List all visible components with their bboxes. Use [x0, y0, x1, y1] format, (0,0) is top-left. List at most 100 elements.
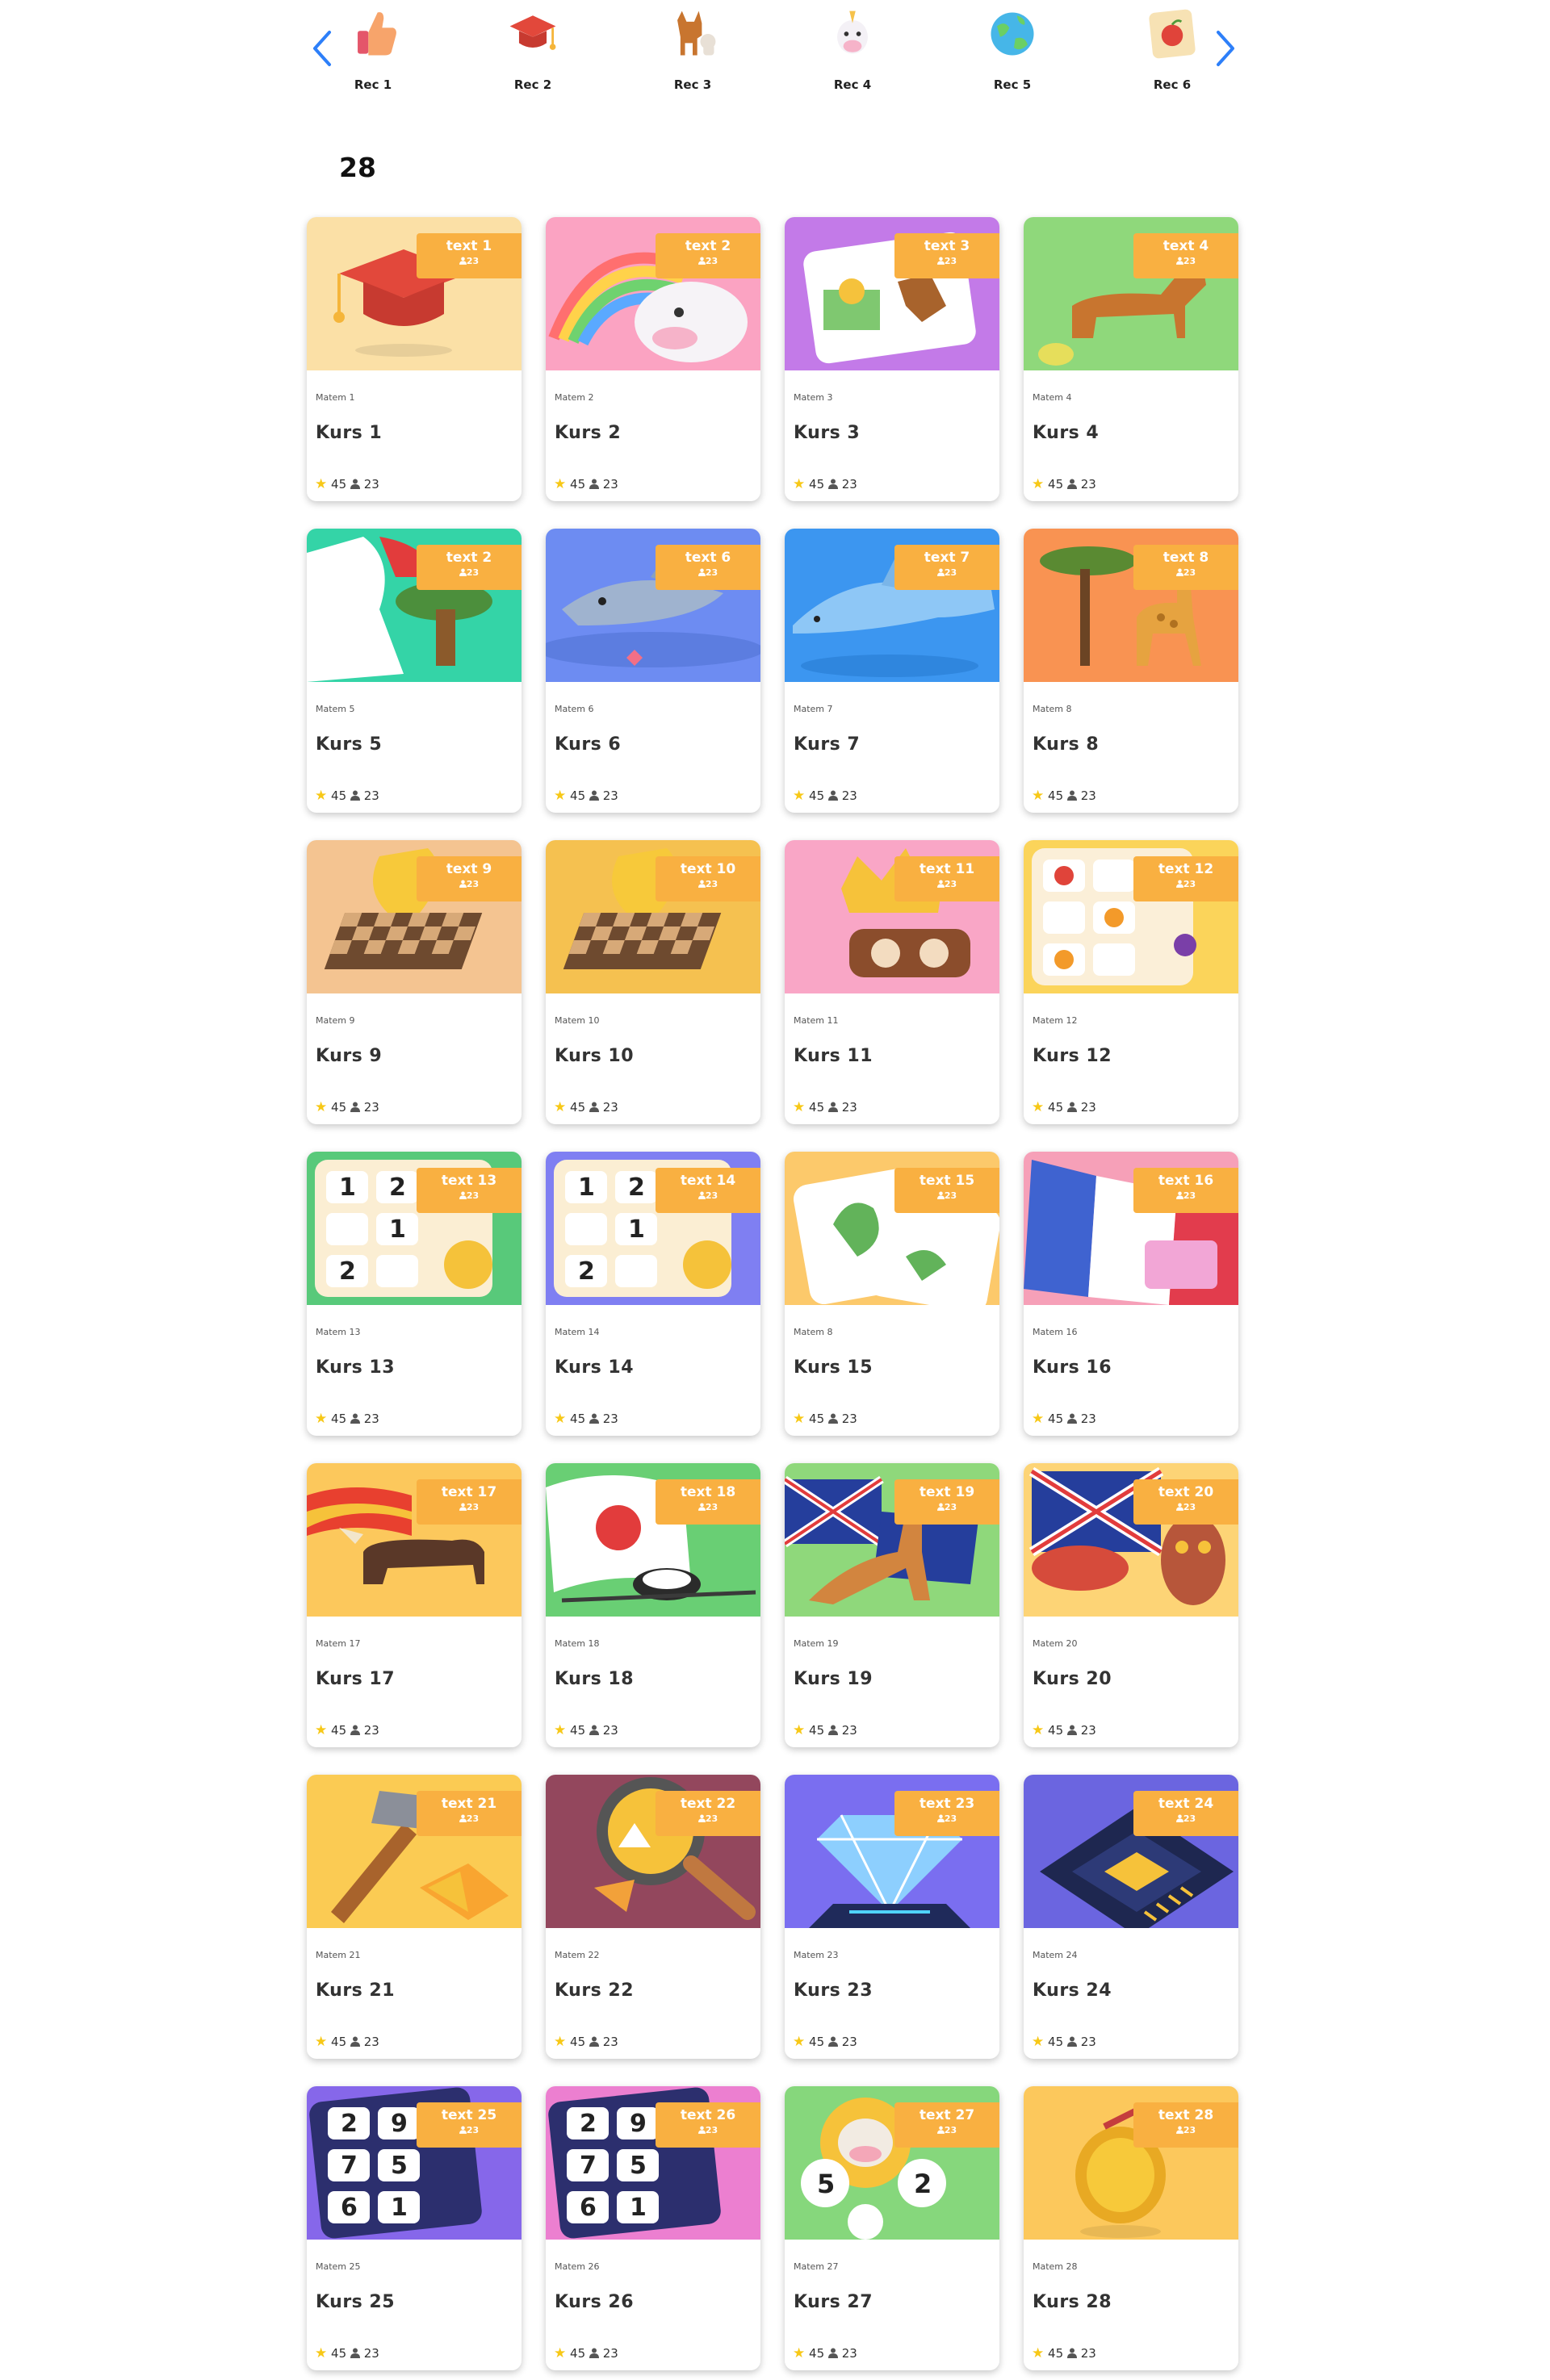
badge-label: text 18: [680, 1484, 736, 1500]
course-card[interactable]: text 22 23 Matem 22 Kurs 22 ★ 45 23: [546, 1775, 760, 2059]
course-subject: Matem 1: [316, 392, 355, 403]
course-badge: text 13 23: [417, 1168, 522, 1213]
course-stats: ★ 45 23: [793, 788, 857, 803]
rec-item-4[interactable]: Rec 4: [804, 5, 901, 92]
badge-label: text 26: [680, 2107, 736, 2123]
course-card[interactable]: text 28 23 Matem 28 Kurs 28 ★ 45 23: [1024, 2086, 1238, 2370]
star-icon: ★: [554, 2345, 567, 2361]
course-rating: 45: [1048, 2035, 1064, 2049]
course-stats: ★ 45 23: [315, 1412, 379, 1426]
person-icon: [1175, 1813, 1183, 1824]
badge-count-value: 23: [1183, 1190, 1196, 1201]
star-icon: ★: [1032, 476, 1045, 492]
badge-learner-count: 23: [417, 1190, 522, 1202]
person-icon: [827, 788, 838, 803]
course-stats: ★ 45 23: [554, 1100, 618, 1115]
course-title: Kurs 9: [316, 1046, 383, 1066]
course-card[interactable]: text 15 23 Matem 8 Kurs 15 ★ 45 23: [785, 1152, 999, 1436]
course-rating: 45: [331, 477, 347, 491]
rec-item-3[interactable]: Rec 3: [644, 5, 741, 92]
course-title: Kurs 26: [555, 2292, 635, 2312]
course-card[interactable]: text 9 23 Matem 9 Kurs 9 ★ 45 23: [307, 840, 522, 1124]
rec-item-5[interactable]: Rec 5: [964, 5, 1061, 92]
course-card[interactable]: text 24 23 Matem 24 Kurs 24 ★ 45 23: [1024, 1775, 1238, 2059]
course-rating: 45: [331, 788, 347, 803]
star-icon: ★: [315, 2034, 328, 2050]
course-card[interactable]: text 2 23 Matem 5 Kurs 5 ★ 45 23: [307, 529, 522, 813]
course-card[interactable]: text 12 23 Matem 12 Kurs 12 ★ 45 23: [1024, 840, 1238, 1124]
course-card[interactable]: text 7 23 Matem 7 Kurs 7 ★ 45 23: [785, 529, 999, 813]
course-card[interactable]: text 19 23 Matem 19 Kurs 19 ★ 45 23: [785, 1463, 999, 1747]
course-badge: text 4 23: [1133, 233, 1238, 278]
course-card[interactable]: 1 2 1 2 text 14 23 Matem 14 Kurs 14 ★ 45 23: [546, 1152, 760, 1436]
course-card[interactable]: text 16 23 Matem 16 Kurs 16 ★ 45 23: [1024, 1152, 1238, 1436]
person-icon: [827, 1100, 838, 1115]
person-icon: [350, 788, 360, 803]
course-card[interactable]: text 11 23 Matem 11 Kurs 11 ★ 45 23: [785, 840, 999, 1124]
badge-learner-count: 23: [1133, 2125, 1238, 2136]
svg-text:2: 2: [578, 1257, 595, 1286]
course-badge: text 1 23: [417, 233, 522, 278]
person-icon: [827, 1723, 838, 1738]
course-card[interactable]: 2 9 7 5 6 1 text 26 23 Matem 26 Kurs 26 ★ 45 23: [546, 2086, 760, 2370]
badge-learner-count: 23: [894, 879, 999, 890]
course-rating: 45: [1048, 1100, 1064, 1115]
course-subject: Matem 16: [1033, 1327, 1078, 1337]
course-card[interactable]: text 23 23 Matem 23 Kurs 23 ★ 45 23: [785, 1775, 999, 2059]
course-rating: 45: [809, 1100, 825, 1115]
course-title: Kurs 20: [1033, 1669, 1112, 1689]
person-icon: [1066, 477, 1077, 491]
course-badge: text 24 23: [1133, 1791, 1238, 1836]
course-card[interactable]: text 6 23 Matem 6 Kurs 6 ★ 45 23: [546, 529, 760, 813]
svg-text:1: 1: [630, 2194, 647, 2222]
course-title: Kurs 19: [794, 1669, 873, 1689]
course-rating: 45: [570, 477, 586, 491]
course-card[interactable]: text 10 23 Matem 10 Kurs 10 ★ 45 23: [546, 840, 760, 1124]
globe-icon: [991, 12, 1034, 56]
course-stats: ★ 45 23: [793, 1412, 857, 1426]
course-subject: Matem 4: [1033, 392, 1072, 403]
rec-item-2[interactable]: Rec 2: [484, 5, 581, 92]
course-card[interactable]: 2 9 7 5 6 1 text 25 23 Matem 25 Kurs 25 ★ 45 23: [307, 2086, 522, 2370]
course-learners: 23: [1080, 2346, 1096, 2361]
course-card[interactable]: 5 2 text 27 23 Matem 27 Kurs 27 ★ 45 23: [785, 2086, 999, 2370]
badge-count-value: 23: [466, 1190, 480, 1201]
course-card[interactable]: text 20 23 Matem 20 Kurs 20 ★ 45 23: [1024, 1463, 1238, 1747]
person-icon: [936, 1502, 945, 1512]
course-learners: 23: [363, 2035, 379, 2049]
person-icon: [589, 1100, 599, 1115]
person-icon: [936, 2125, 945, 2135]
star-icon: ★: [554, 1099, 567, 1115]
course-badge: text 21 23: [417, 1791, 522, 1836]
rec-item-6[interactable]: Rec 6: [1124, 5, 1221, 92]
course-card[interactable]: text 18 23 Matem 18 Kurs 18 ★ 45 23: [546, 1463, 760, 1747]
course-card[interactable]: text 4 23 Matem 4 Kurs 4 ★ 45 23: [1024, 217, 1238, 501]
course-learners: 23: [1080, 1100, 1096, 1115]
course-title: Kurs 6: [555, 734, 622, 755]
rec-item-label: Rec 1: [354, 77, 392, 92]
person-icon: [589, 2346, 599, 2361]
course-learners: 23: [841, 477, 857, 491]
course-card[interactable]: text 8 23 Matem 8 Kurs 8 ★ 45 23: [1024, 529, 1238, 813]
course-card[interactable]: text 3 23 Matem 3 Kurs 3 ★ 45 23: [785, 217, 999, 501]
badge-learner-count: 23: [656, 2125, 760, 2136]
course-badge: text 3 23: [894, 233, 999, 278]
course-stats: ★ 45 23: [554, 2035, 618, 2049]
svg-text:6: 6: [580, 2194, 597, 2222]
course-rating: 45: [809, 1412, 825, 1426]
course-rating: 45: [331, 2346, 347, 2361]
rec-item-1[interactable]: Rec 1: [325, 5, 421, 92]
badge-learner-count: 23: [417, 879, 522, 890]
course-stats: ★ 45 23: [315, 788, 379, 803]
course-card[interactable]: text 2 23 Matem 2 Kurs 2 ★ 45 23: [546, 217, 760, 501]
carousel-next-button[interactable]: [1207, 24, 1242, 73]
course-card[interactable]: 1 2 1 2 text 13 23 Matem 13 Kurs 13 ★ 45 23: [307, 1152, 522, 1436]
badge-count-value: 23: [944, 2125, 957, 2135]
course-card[interactable]: text 21 23 Matem 21 Kurs 21 ★ 45 23: [307, 1775, 522, 2059]
course-card[interactable]: text 17 23 Matem 17 Kurs 17 ★ 45 23: [307, 1463, 522, 1747]
course-learners: 23: [841, 1723, 857, 1738]
course-title: Kurs 7: [794, 734, 861, 755]
course-card[interactable]: text 1 23 Matem 1 Kurs 1 ★ 45 23: [307, 217, 522, 501]
person-icon: [1066, 1723, 1077, 1738]
star-icon: ★: [315, 788, 328, 804]
